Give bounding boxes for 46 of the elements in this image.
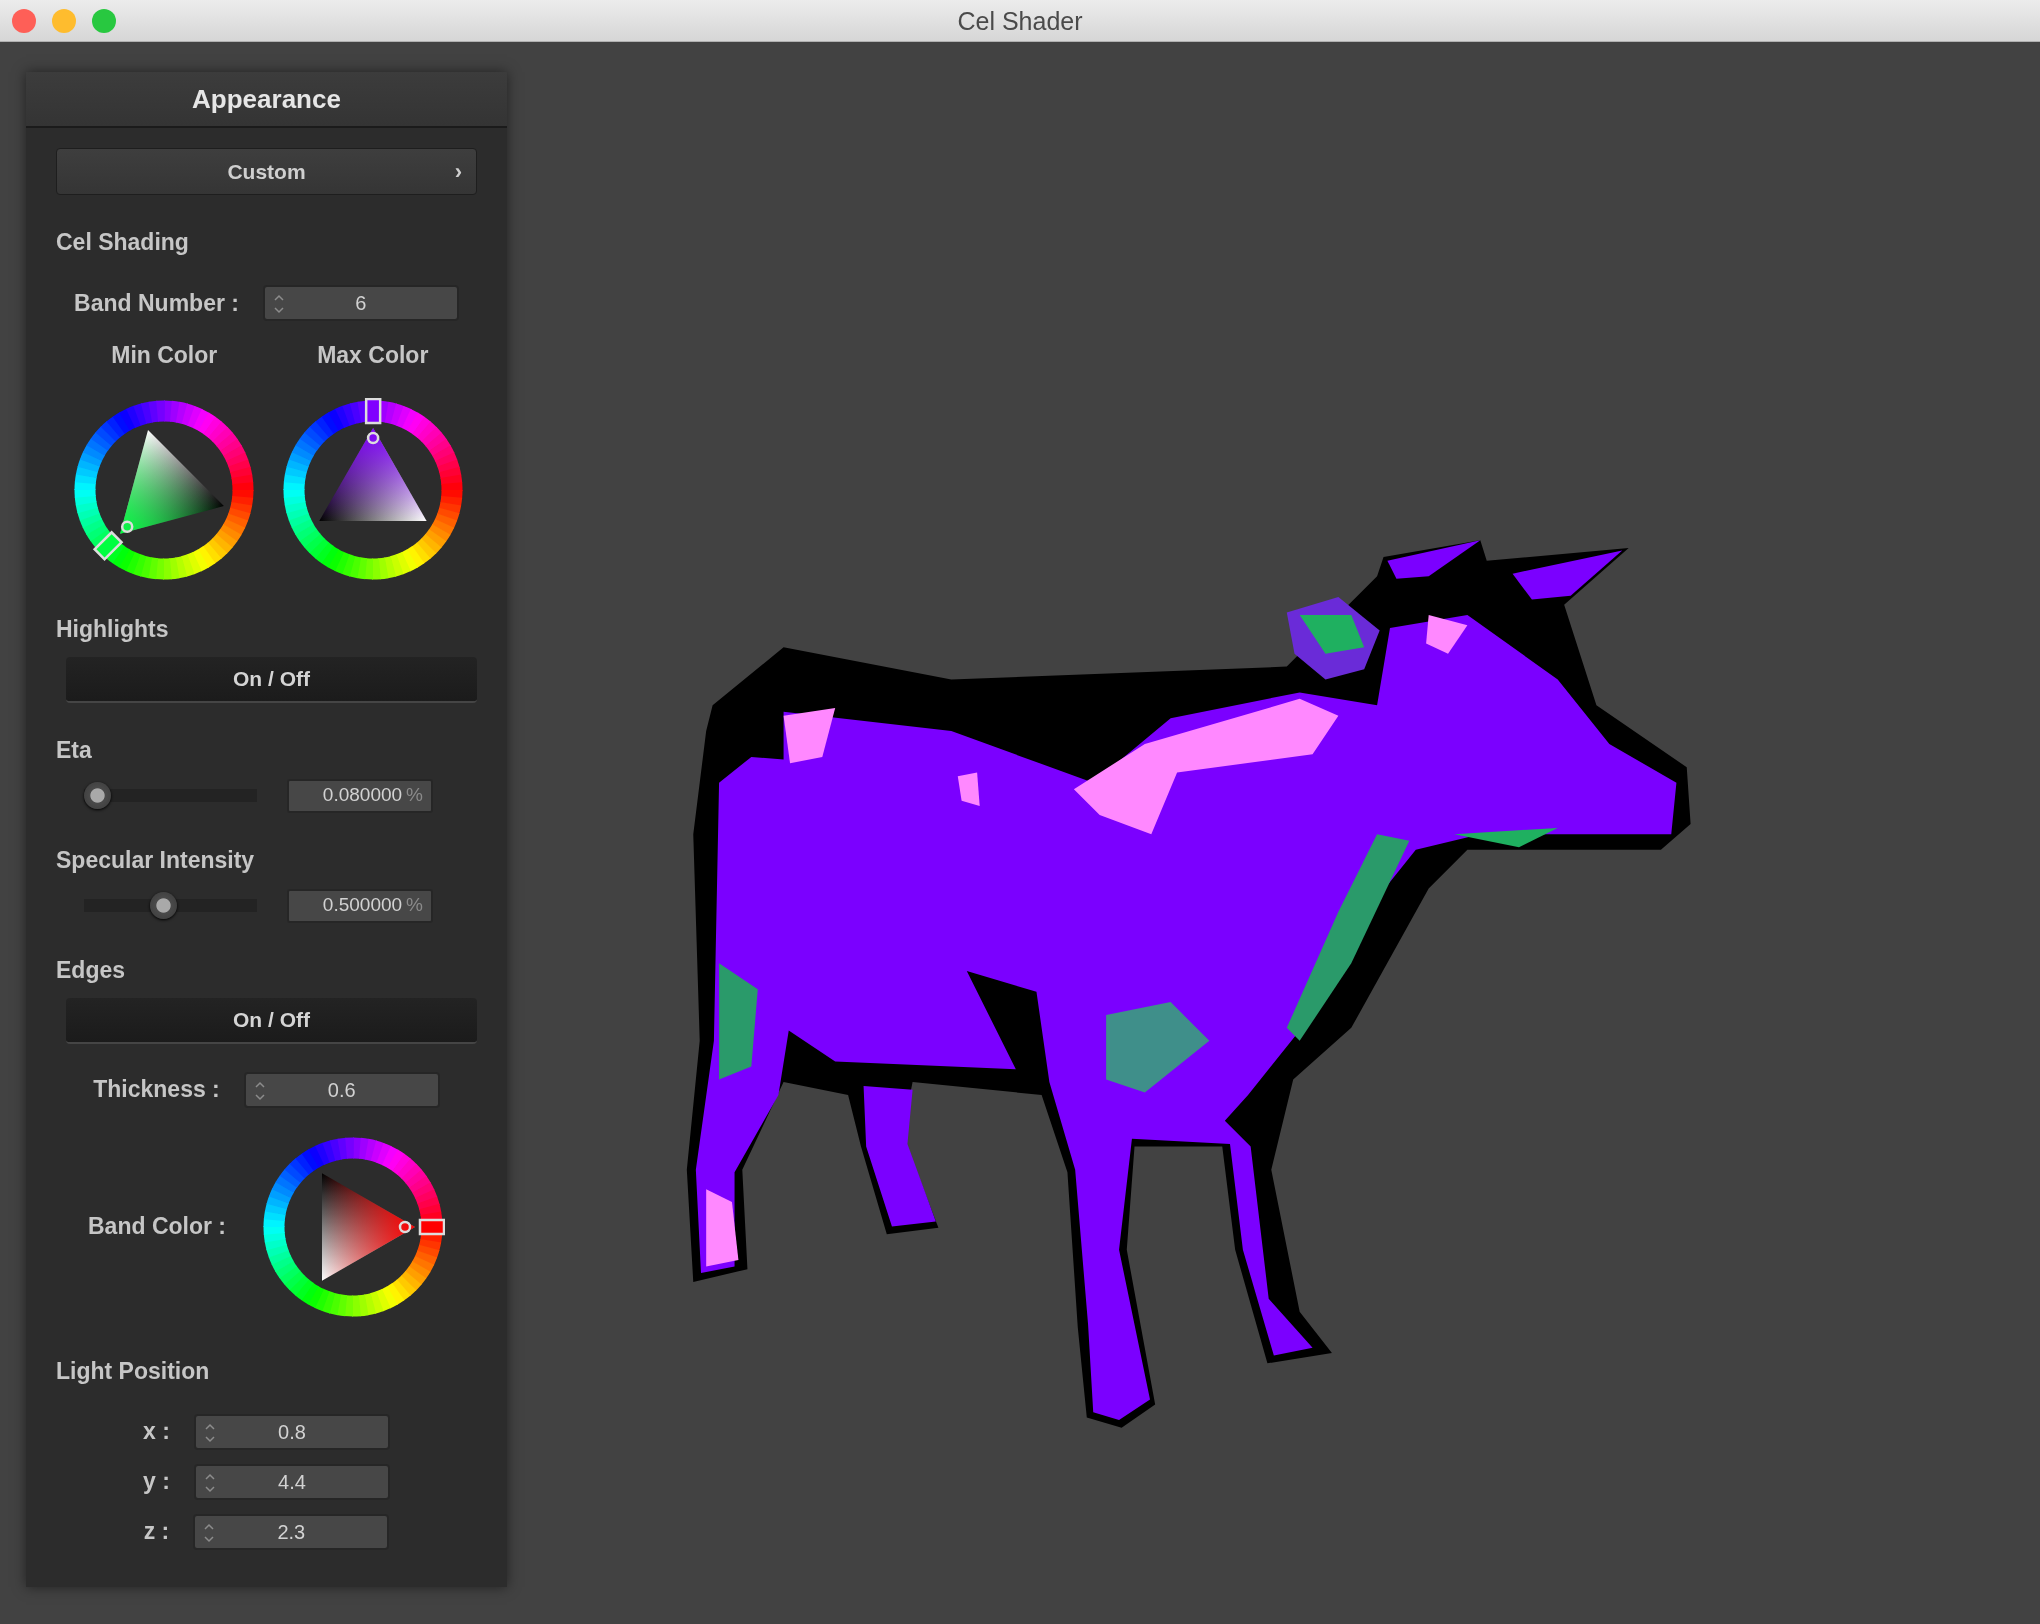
field-label: z : [143, 1517, 170, 1547]
color-selector[interactable] [398, 1220, 412, 1233]
stepper-arrows-icon[interactable] [203, 1421, 216, 1444]
slider-thumb[interactable] [149, 892, 177, 919]
unit-text: % [406, 783, 423, 808]
color-label: Min Color [111, 341, 218, 370]
unit-text: % [406, 893, 423, 918]
spin-field[interactable]: 4.4 [193, 1463, 390, 1500]
color-label: Max Color [317, 341, 429, 370]
hue-handle[interactable] [93, 530, 124, 561]
preset-dropdown[interactable]: Custom › [56, 148, 477, 195]
value-field[interactable]: 0.080000 % [287, 778, 433, 813]
section-heading: Cel Shading [56, 228, 190, 257]
spin-field[interactable]: 0.8 [193, 1413, 390, 1450]
stepper-arrows-icon[interactable] [203, 1471, 216, 1494]
color-label: Band Color : [88, 1212, 226, 1242]
field-label: x : [143, 1417, 170, 1447]
stepper-arrows-icon[interactable] [253, 1079, 266, 1102]
value-text: 0.500000 [322, 893, 403, 918]
chevron-icon: › [454, 155, 462, 188]
section-heading: Edges [56, 955, 127, 985]
color-selector[interactable] [121, 520, 134, 533]
field-label: Band Number : [74, 288, 239, 318]
stepper-arrows-icon[interactable] [203, 1521, 216, 1544]
stepper-arrows-icon[interactable] [272, 293, 285, 315]
section-heading: Light Position [56, 1356, 211, 1386]
panel-title: Appearance [26, 72, 507, 128]
toggle-button[interactable]: On / Off [66, 656, 477, 703]
color-selector[interactable] [366, 431, 380, 444]
hue-handle[interactable] [364, 397, 382, 424]
color-triangle[interactable] [322, 1172, 415, 1281]
hue-handle[interactable] [418, 1218, 445, 1235]
window-title: Cel Shader [957, 6, 1083, 37]
slider-thumb[interactable] [84, 782, 111, 809]
section-heading: Highlights [56, 614, 170, 644]
toggle-button[interactable]: On / Off [66, 997, 477, 1044]
color-triangle[interactable] [319, 427, 427, 521]
value-text: 0.080000 [322, 783, 403, 808]
value-field[interactable]: 0.500000 % [287, 888, 433, 923]
spin-field[interactable]: 0.6 [243, 1071, 440, 1108]
section-heading: Specular Intensity [56, 845, 256, 875]
spin-field[interactable]: 2.3 [193, 1513, 390, 1550]
spin-field[interactable]: 6 [262, 285, 459, 321]
field-label: y : [143, 1467, 170, 1497]
section-heading: Eta [56, 735, 93, 765]
field-label: Thickness : [93, 1075, 220, 1105]
